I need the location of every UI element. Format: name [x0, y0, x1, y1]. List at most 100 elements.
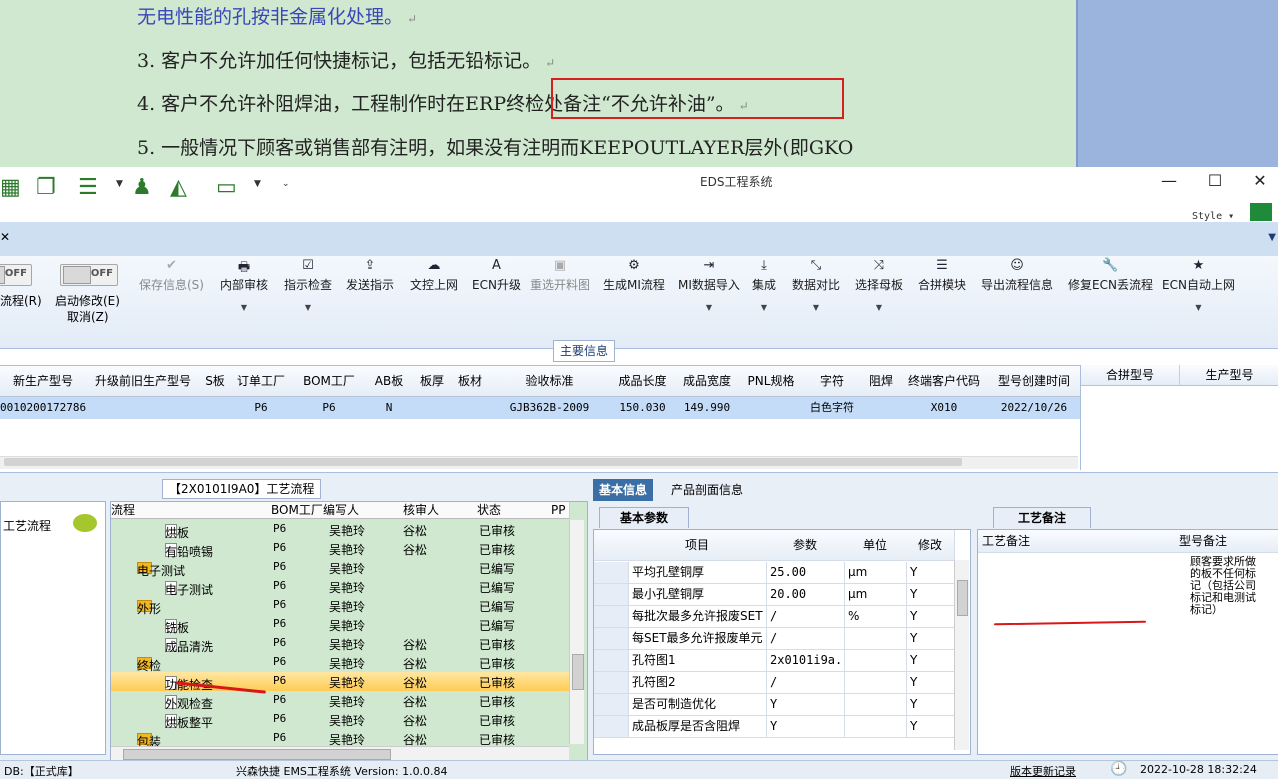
- col-header-3[interactable]: 订单工厂: [230, 366, 293, 397]
- chevron-down-icon[interactable]: ▼: [254, 179, 261, 189]
- col-header-5[interactable]: AB板: [366, 366, 413, 397]
- param-cell[interactable]: 20.00: [766, 584, 845, 606]
- flow-toggle[interactable]: OFF: [0, 264, 32, 286]
- ribbon-button-7[interactable]: ⚙ 生成MI流程: [603, 258, 665, 293]
- cell-5[interactable]: N: [366, 398, 412, 418]
- row-header[interactable]: [594, 606, 629, 628]
- tree-col-header-3[interactable]: 核审人: [403, 502, 478, 519]
- tree-horizontal-scrollbar[interactable]: [111, 746, 569, 761]
- col-header-8[interactable]: 验收标准: [488, 366, 612, 397]
- maximize-button[interactable]: ☐: [1200, 171, 1230, 190]
- tree-col-header-1[interactable]: BOM工厂: [271, 502, 324, 519]
- tree-row[interactable]: 成品清洗 P6 吴艳玲 谷松 已审核: [111, 634, 571, 654]
- tree-row[interactable]: 电子测试 P6 吴艳玲 已编写: [111, 577, 571, 597]
- chevron-down-icon[interactable]: ▼: [752, 303, 776, 312]
- chevron-down-icon[interactable]: ▼: [1268, 232, 1276, 243]
- col-header-10[interactable]: 成品宽度: [674, 366, 741, 397]
- param-col-header-1[interactable]: 参数: [766, 530, 845, 561]
- tree-col-header-2[interactable]: 编写人: [323, 502, 404, 519]
- col-header-production[interactable]: 生产型号: [1180, 365, 1278, 386]
- tab-basic-params[interactable]: 基本参数: [599, 507, 689, 528]
- ribbon-button-9[interactable]: ⤓ 集成 ▼: [752, 258, 776, 312]
- tree-row[interactable]: 铣板 P6 吴艳玲 已编写: [111, 615, 571, 635]
- ribbon-button-0[interactable]: ✔ 保存信息(S): [139, 258, 204, 293]
- col-header-6[interactable]: 板厚: [412, 366, 453, 397]
- param-cell[interactable]: 25.00: [766, 562, 845, 584]
- ribbon-button-14[interactable]: 🔧 修复ECN丢流程: [1068, 258, 1153, 293]
- row-header[interactable]: [594, 628, 629, 650]
- tab-process-notes[interactable]: 工艺备注: [993, 507, 1091, 528]
- grid-icon[interactable]: ▦: [0, 175, 21, 200]
- cell-7[interactable]: [452, 398, 488, 418]
- tab-product-profile[interactable]: 产品剖面信息: [665, 479, 749, 501]
- tree-col-header-5[interactable]: PP: [551, 502, 570, 519]
- cell-6[interactable]: [412, 398, 452, 418]
- chevron-down-icon[interactable]: ▼: [855, 303, 903, 312]
- cell-1[interactable]: [86, 398, 200, 418]
- cell-4[interactable]: P6: [292, 398, 366, 418]
- ribbon-button-12[interactable]: ☰ 合拼模块: [918, 258, 966, 293]
- param-cell[interactable]: /: [766, 672, 845, 694]
- tree-row[interactable]: 终检 P6 吴艳玲 谷松 已审核: [111, 653, 571, 673]
- col-header-11[interactable]: PNL规格: [740, 366, 803, 397]
- cell-2[interactable]: [200, 398, 230, 418]
- col-header-13[interactable]: 阻焊: [862, 366, 901, 397]
- ribbon-button-4[interactable]: ☁ 文控上网: [410, 258, 458, 293]
- ribbon-button-15[interactable]: ★ ECN自动上网 ▼: [1162, 258, 1235, 312]
- chevron-down-icon[interactable]: ▼: [220, 303, 268, 312]
- update-log-link[interactable]: 版本更新记录: [1010, 763, 1076, 779]
- param-cell[interactable]: 2x0101i9a...: [766, 650, 845, 672]
- col-header-model-note[interactable]: 型号备注: [1175, 530, 1278, 553]
- cell-11[interactable]: [740, 398, 802, 418]
- scrollbar-thumb[interactable]: [957, 580, 968, 616]
- cell-0[interactable]: 0010200172786: [0, 398, 86, 418]
- row-header[interactable]: [594, 562, 629, 584]
- col-header-14[interactable]: 终端客户代码: [900, 366, 989, 397]
- param-cell[interactable]: /: [766, 606, 845, 628]
- col-header-15[interactable]: 型号创建时间: [988, 366, 1081, 397]
- row-header[interactable]: [594, 650, 629, 672]
- cell-13[interactable]: [862, 398, 900, 418]
- scrollbar-thumb[interactable]: [123, 749, 391, 760]
- cell-12[interactable]: 白色字符: [802, 398, 862, 418]
- param-col-header-0[interactable]: 项目: [628, 530, 767, 561]
- param-col-header-2[interactable]: 单位: [844, 530, 907, 561]
- tree-col-header-0[interactable]: 流程: [111, 502, 272, 519]
- cell-8[interactable]: GJB362B-2009: [488, 398, 611, 418]
- style-swatch-icon[interactable]: [1250, 203, 1272, 221]
- chevron-down-icon[interactable]: ▼: [284, 303, 332, 312]
- cell-3[interactable]: P6: [230, 398, 292, 418]
- param-col-header-3[interactable]: 修改: [906, 530, 955, 561]
- auto-modify-toggle[interactable]: OFF: [60, 264, 118, 286]
- col-header-process-note[interactable]: 工艺备注: [978, 530, 1179, 553]
- col-header-7[interactable]: 板材: [452, 366, 489, 397]
- nav-item-process[interactable]: 工艺流程: [3, 517, 51, 534]
- ribbon-button-3[interactable]: ⇪ 发送指示: [346, 258, 394, 293]
- minimize-button[interactable]: —: [1154, 171, 1184, 190]
- col-header-9[interactable]: 成品长度: [611, 366, 675, 397]
- close-button[interactable]: ✕: [1245, 171, 1275, 190]
- cell-10[interactable]: 149.990: [674, 398, 740, 418]
- copy-icon[interactable]: ❐: [36, 175, 56, 200]
- chevron-down-icon[interactable]: ▼: [1162, 303, 1235, 312]
- tree-row[interactable]: 电子测试 P6 吴艳玲 已编写: [111, 558, 571, 578]
- tree-row[interactable]: 外观检查 P6 吴艳玲 谷松 已审核: [111, 691, 571, 711]
- tab-basic-info[interactable]: 基本信息: [593, 479, 654, 501]
- col-header-1[interactable]: 升级前旧生产型号: [86, 366, 201, 397]
- ribbon-button-2[interactable]: ☑ 指示检查 ▼: [284, 258, 332, 312]
- monitor-icon[interactable]: ▭: [216, 175, 237, 200]
- ribbon-button-8[interactable]: ⇥ MI数据导入 ▼: [678, 258, 740, 312]
- ribbon-button-10[interactable]: ⤡ 数据对比 ▼: [792, 258, 840, 312]
- col-header-combined[interactable]: 合拼型号: [1081, 365, 1180, 386]
- col-header-2[interactable]: S板: [200, 366, 231, 397]
- tree-row[interactable]: 烘板 P6 吴艳玲 谷松 已审核: [111, 520, 571, 540]
- tree-row[interactable]: 烘板整平 P6 吴艳玲 谷松 已审核: [111, 710, 571, 730]
- cancel-label[interactable]: 取消(Z): [67, 308, 109, 325]
- row-header[interactable]: [594, 716, 629, 738]
- col-header-12[interactable]: 字符: [802, 366, 863, 397]
- cell-9[interactable]: 150.030: [611, 398, 674, 418]
- tree-col-header-4[interactable]: 状态: [477, 502, 552, 519]
- ribbon-button-11[interactable]: ⤨ 选择母板 ▼: [855, 258, 903, 312]
- tree-row[interactable]: 外形 P6 吴艳玲 已编写: [111, 596, 571, 616]
- param-cell[interactable]: Y: [766, 694, 845, 716]
